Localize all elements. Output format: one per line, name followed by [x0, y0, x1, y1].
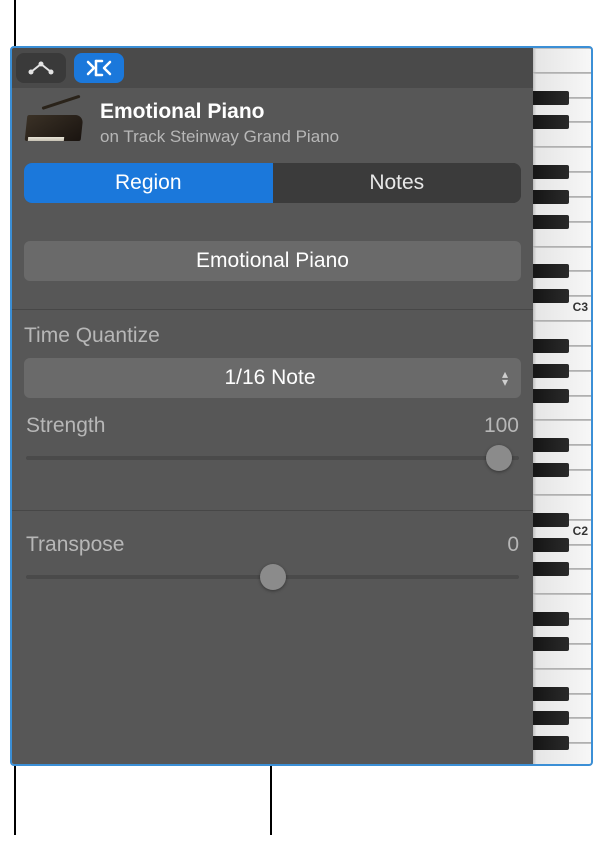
black-key[interactable] — [533, 463, 569, 477]
time-quantize-label: Time Quantize — [24, 324, 521, 348]
region-subtitle: on Track Steinway Grand Piano — [100, 127, 339, 147]
strength-slider[interactable] — [26, 456, 519, 460]
piano-keyboard[interactable]: C3 C2 — [533, 48, 591, 764]
tabs: Region Notes — [24, 163, 521, 203]
time-quantize-dropdown[interactable]: 1/16 Note ▴▾ — [24, 358, 521, 398]
inspector-body: Emotional Piano on Track Steinway Grand … — [12, 48, 533, 764]
catch-icon — [85, 59, 113, 77]
toolbar — [12, 48, 533, 88]
black-key[interactable] — [533, 562, 569, 576]
strength-label: Strength — [26, 414, 105, 438]
tab-notes[interactable]: Notes — [273, 163, 522, 203]
divider-2 — [12, 510, 533, 511]
black-key[interactable] — [533, 538, 569, 552]
key-label-c3: C3 — [573, 300, 588, 314]
transpose-label: Transpose — [26, 533, 124, 557]
black-key[interactable] — [533, 264, 569, 278]
black-key[interactable] — [533, 637, 569, 651]
white-key[interactable] — [533, 48, 591, 73]
black-key[interactable] — [533, 91, 569, 105]
region-name-field[interactable]: Emotional Piano — [24, 241, 521, 281]
transpose-value: 0 — [507, 533, 519, 557]
black-key[interactable] — [533, 736, 569, 750]
black-key[interactable] — [533, 711, 569, 725]
black-key[interactable] — [533, 115, 569, 129]
automation-tool-button[interactable] — [16, 53, 66, 83]
callout-line-bottom-left — [14, 765, 16, 835]
black-key[interactable] — [533, 389, 569, 403]
black-key[interactable] — [533, 364, 569, 378]
key-label-c2: C2 — [573, 524, 588, 538]
region-header: Emotional Piano on Track Steinway Grand … — [12, 88, 533, 157]
black-key[interactable] — [533, 513, 569, 527]
piano-icon — [24, 101, 84, 147]
black-key[interactable] — [533, 687, 569, 701]
time-quantize-value: 1/16 Note — [38, 366, 502, 390]
transpose-slider-thumb[interactable] — [260, 564, 286, 590]
black-key[interactable] — [533, 289, 569, 303]
strength-value: 100 — [484, 414, 519, 438]
transpose-slider[interactable] — [26, 575, 519, 579]
black-key[interactable] — [533, 215, 569, 229]
tab-region[interactable]: Region — [24, 163, 273, 203]
strength-slider-thumb[interactable] — [486, 445, 512, 471]
black-key[interactable] — [533, 190, 569, 204]
region-title: Emotional Piano — [100, 100, 339, 124]
black-key[interactable] — [533, 438, 569, 452]
black-key[interactable] — [533, 339, 569, 353]
automation-icon — [27, 60, 55, 76]
divider — [12, 309, 533, 310]
stepper-icon: ▴▾ — [502, 370, 507, 386]
inspector-panel: Emotional Piano on Track Steinway Grand … — [10, 46, 593, 766]
catch-tool-button[interactable] — [74, 53, 124, 83]
black-key[interactable] — [533, 612, 569, 626]
black-key[interactable] — [533, 165, 569, 179]
